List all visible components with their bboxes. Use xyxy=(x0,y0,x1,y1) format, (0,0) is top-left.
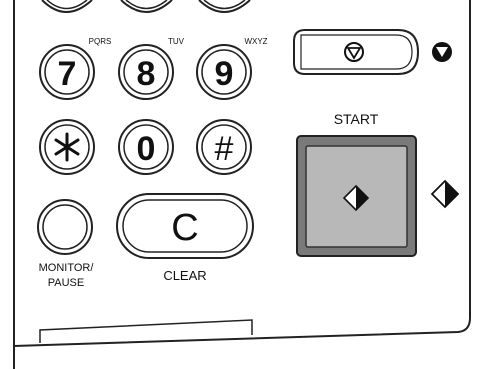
stop-label-icon xyxy=(432,42,452,62)
key-0[interactable]: 0 xyxy=(118,119,174,175)
key-9[interactable]: 9 xyxy=(196,44,252,100)
key-7[interactable]: 7 xyxy=(39,44,95,100)
start-button[interactable] xyxy=(296,135,417,257)
clear-key-label: C xyxy=(171,207,198,249)
key-8-sublabel: TUV xyxy=(168,37,185,46)
clear-caption: CLEAR xyxy=(163,268,206,283)
top-row-keys xyxy=(41,0,251,13)
stop-button[interactable] xyxy=(293,29,420,75)
monitor-pause-label-line2: PAUSE xyxy=(48,277,84,289)
key-7-sublabel: PQRS xyxy=(89,37,112,46)
monitor-pause-button[interactable] xyxy=(37,199,93,255)
key-asterisk[interactable]: ∗ xyxy=(39,119,95,175)
clear-button[interactable]: C xyxy=(116,193,254,259)
key-9-label: 9 xyxy=(215,55,234,93)
key-0-label: 0 xyxy=(137,130,156,168)
key-hash-label: # xyxy=(215,130,234,168)
control-panel-diagram: 7 PQRS 8 TUV 9 WXYZ ∗ 0 # MONITOR/ PAUSE… xyxy=(13,0,471,369)
start-caption: START xyxy=(334,111,379,127)
start-label-icon xyxy=(430,179,460,209)
key-9-sublabel: WXYZ xyxy=(244,37,267,46)
key-hash[interactable]: # xyxy=(196,119,252,175)
monitor-pause-label-line1: MONITOR/ xyxy=(39,262,95,274)
key-7-label: 7 xyxy=(58,55,77,93)
key-8-label: 8 xyxy=(137,55,156,93)
key-8[interactable]: 8 xyxy=(118,44,174,100)
